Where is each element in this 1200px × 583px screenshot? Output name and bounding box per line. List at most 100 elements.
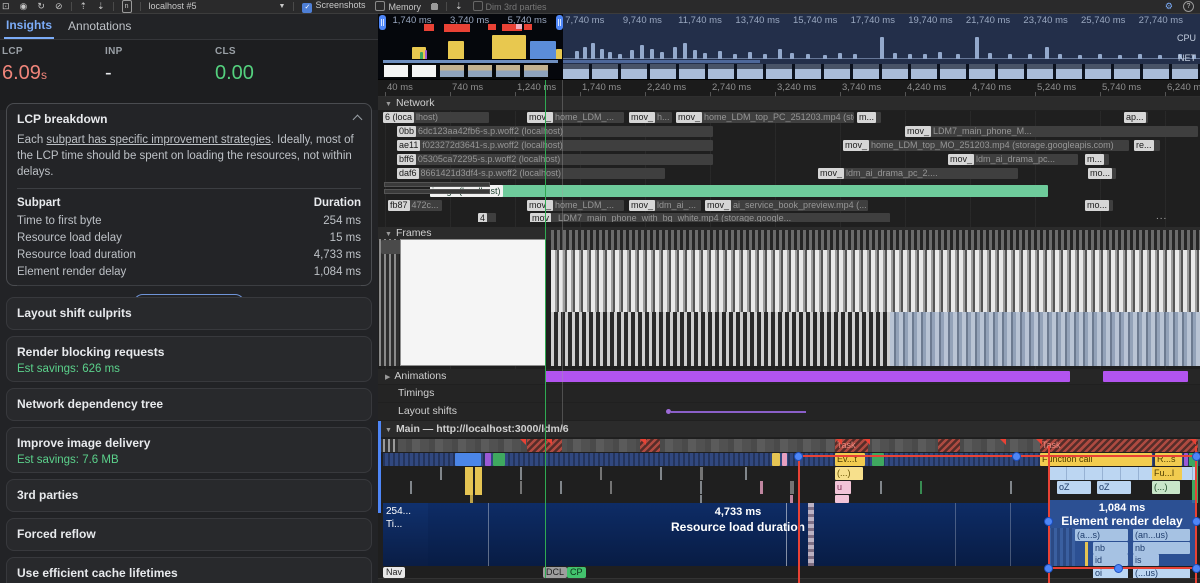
measure-handle-dot[interactable] — [1192, 452, 1200, 461]
filmstrip-frame[interactable] — [523, 64, 549, 78]
improvement-strategies-link[interactable]: subpart has specific improvement strateg… — [46, 134, 270, 146]
flame-segment[interactable]: Fu...l — [1152, 467, 1182, 480]
subpart-row[interactable]: Element render delay1,084 ms — [17, 264, 361, 281]
network-request[interactable]: daf68661421d3df4-s.p.woff2 (localhost) — [397, 168, 665, 179]
flame-segment[interactable] — [475, 467, 482, 495]
network-request[interactable]: mov_home_LDM_... — [527, 112, 624, 123]
help-icon[interactable]: ? — [1183, 1, 1194, 12]
clear-icon[interactable]: ⊘ — [55, 1, 63, 12]
flame-segment[interactable]: nb — [1133, 542, 1190, 554]
tab-insights[interactable]: Insights — [4, 13, 54, 39]
live-metrics-icon[interactable]: n — [122, 0, 132, 13]
disclosure-triangle-icon[interactable]: ▶ — [385, 374, 390, 381]
network-request[interactable]: re... — [1134, 140, 1160, 151]
filmstrip-frame[interactable] — [439, 64, 465, 78]
collect-garbage-icon[interactable] — [431, 3, 438, 10]
timings-track-header[interactable]: Timings — [378, 385, 1200, 403]
selection-left-handle[interactable] — [379, 15, 386, 30]
dock-icon[interactable]: ⊡ — [2, 1, 10, 12]
tab-annotations[interactable]: Annotations — [66, 14, 133, 38]
flame-segment[interactable] — [772, 453, 780, 466]
measure-handle-dot[interactable] — [794, 452, 803, 461]
insight-card[interactable]: 3rd parties — [6, 479, 372, 512]
network-request[interactable]: 6 (localhost) — [383, 112, 489, 123]
network-request[interactable]: m... — [857, 112, 881, 123]
measure-line-horizontal[interactable] — [798, 455, 1197, 457]
insight-card[interactable]: Use efficient cache lifetimes — [6, 557, 372, 583]
subpart-row[interactable]: Time to first byte254 ms — [17, 213, 361, 230]
ttfb-span-overlay[interactable]: 254... Ti... — [383, 503, 428, 566]
frame-screenshot-thumbnail[interactable] — [400, 239, 546, 366]
chevron-up-icon[interactable] — [353, 114, 363, 124]
measure-handle-dot[interactable] — [1044, 517, 1053, 526]
measure-line-vertical[interactable] — [798, 456, 800, 583]
network-request[interactable]: mov_ldm_ai_drama_pc_2.... — [818, 168, 1018, 179]
network-request[interactable]: ap... — [1124, 112, 1148, 123]
flame-segment[interactable]: (a...s) — [1075, 529, 1128, 541]
measure-handle-dot[interactable] — [1192, 517, 1200, 526]
resource-load-duration-overlay[interactable]: 4,733 ms Resource load duration — [428, 503, 1048, 566]
history-dropdown[interactable]: localhost #5 — [149, 1, 269, 12]
task-segment[interactable]: Task — [1040, 439, 1198, 452]
save-profile-icon[interactable]: ⇣ — [97, 1, 105, 12]
network-request[interactable]: mov_home_LDM_top_MO_251203.mp4 (storage.… — [843, 140, 1129, 151]
disclosure-triangle-icon[interactable]: ▼ — [385, 231, 392, 238]
animation-bar[interactable] — [1103, 371, 1188, 382]
flame-segment[interactable]: oZ — [1097, 481, 1131, 494]
record-icon[interactable]: ◉ — [20, 1, 28, 12]
capture-settings-icon[interactable]: ⇣ — [455, 1, 463, 12]
filmstrip-frame[interactable] — [495, 64, 521, 78]
frames-band-bottom[interactable] — [551, 312, 890, 366]
disclosure-triangle-icon[interactable]: ▼ — [385, 101, 392, 108]
network-request[interactable]: mov_home_LDM_... — [527, 200, 624, 211]
network-request[interactable]: mo... — [1088, 168, 1116, 179]
network-request[interactable]: mov_LDM7_main_phone_M... — [905, 126, 1198, 137]
flame-segment[interactable] — [782, 453, 787, 466]
network-request[interactable]: m... — [1085, 154, 1109, 165]
ai-settings-gear-icon[interactable]: ⚙ — [1165, 1, 1173, 12]
measure-handle-dot[interactable] — [1192, 564, 1200, 573]
measure-handle-dot[interactable] — [1012, 452, 1021, 461]
animation-bar[interactable] — [545, 371, 1070, 382]
network-request[interactable]: mov_ldm_ai_drama_pc... — [948, 154, 1078, 165]
flame-segment[interactable] — [455, 453, 481, 466]
flame-segment[interactable] — [465, 467, 473, 495]
network-request[interactable]: image (localhost) — [430, 185, 1048, 197]
horizontal-scrollbar[interactable] — [378, 578, 1200, 583]
filmstrip-frame[interactable] — [383, 64, 409, 78]
frames-band-middle[interactable] — [551, 250, 1200, 312]
measure-line-vertical[interactable] — [1048, 446, 1050, 583]
flame-segment[interactable]: id — [1093, 554, 1128, 566]
element-render-delay-overlay[interactable]: 1,084 ms Element render delay (a...s) (a… — [1048, 500, 1196, 566]
lcp-breakdown-card[interactable]: LCP breakdown Each subpart has specific … — [6, 103, 372, 286]
network-request[interactable]: 4 — [478, 213, 496, 222]
subpart-row[interactable]: Resource load duration4,733 ms — [17, 247, 361, 264]
time-ruler[interactable]: 40 ms740 ms1,240 ms1,740 ms2,240 ms2,740… — [378, 80, 1200, 97]
insight-card[interactable]: Layout shift culprits — [6, 297, 372, 330]
chevron-down-icon[interactable]: ▼ — [279, 1, 286, 12]
frames-band-bottom-photo[interactable] — [890, 312, 1200, 366]
filmstrip-frame[interactable] — [411, 64, 437, 78]
network-request[interactable]: bff605305ca72295-s.p.woff2 (localhost) — [397, 154, 713, 165]
flame-segment[interactable]: (an...us) — [1133, 529, 1190, 541]
insight-card[interactable]: Network dependency tree — [6, 388, 372, 421]
flame-segment[interactable]: (...) — [835, 467, 863, 480]
network-request[interactable]: mov_ai_service_book_preview.mp4 (... — [705, 200, 868, 211]
subpart-row[interactable]: Resource load delay15 ms — [17, 230, 361, 247]
load-profile-icon[interactable]: ⇡ — [80, 1, 88, 12]
network-request[interactable]: mo... — [1085, 200, 1113, 211]
memory-checkbox[interactable]: Memory — [375, 1, 421, 13]
flame-segment[interactable]: nb — [1093, 542, 1128, 554]
network-request[interactable]: ae11f023272d3641-s.p.woff2 (localhost) — [397, 140, 713, 151]
network-request[interactable]: mov_home_LDM_top_PC_251203.mp4 (storage.… — [676, 112, 854, 123]
network-request[interactable]: fb87472c... — [388, 200, 442, 211]
network-overflow-button[interactable]: ... — [1156, 211, 1167, 222]
insight-card[interactable]: Render blocking requestsEst savings: 626… — [6, 336, 372, 382]
flame-segment[interactable] — [485, 453, 491, 466]
selection-right-handle[interactable] — [556, 15, 563, 30]
measure-handle-dot[interactable] — [1044, 564, 1053, 573]
flame-segment[interactable]: oZ — [1057, 481, 1091, 494]
disclosure-triangle-icon[interactable]: ▼ — [385, 427, 392, 434]
flame-segment[interactable]: u — [835, 481, 851, 494]
flame-segment[interactable]: is — [1133, 554, 1159, 566]
